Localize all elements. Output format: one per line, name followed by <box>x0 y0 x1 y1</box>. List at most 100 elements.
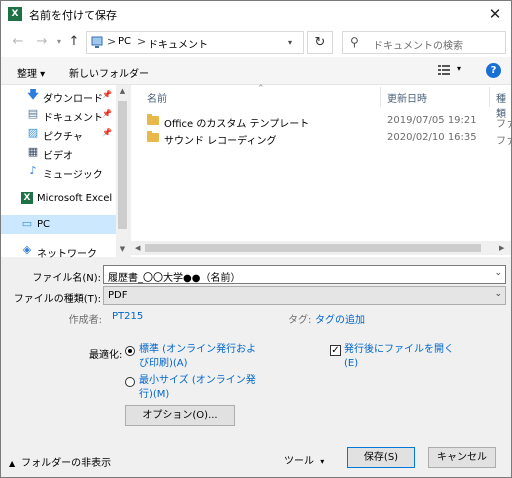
hide-folders-label: フォルダーの非表示 <box>21 458 112 469</box>
add-tag-link[interactable]: タグの追加 <box>315 311 365 326</box>
folder-icon <box>147 131 159 142</box>
chevron-up-icon: ▲ <box>9 459 16 468</box>
navigation-bar: ← → ▾ ↑ > PC > ドキュメント ▾ ↻ ⚲ ドキュメントの検索 <box>1 28 511 57</box>
sidebar-scrollbar[interactable]: ▲ ▼ <box>116 85 129 257</box>
file-row[interactable]: サウンド レコーディング 2020/02/10 16:35 ファ <box>131 129 512 147</box>
sidebar-item-music[interactable]: ♪ ミュージック <box>1 162 116 182</box>
breadcrumb-documents[interactable]: ドキュメント <box>148 36 208 51</box>
sidebar-item-pc[interactable]: ▭ PC <box>1 215 116 234</box>
scrollbar-thumb[interactable] <box>118 101 127 229</box>
sidebar-item-label: ピクチャ <box>43 132 83 143</box>
breadcrumb-separator: > <box>137 35 147 48</box>
scroll-up-icon[interactable]: ▲ <box>116 87 129 95</box>
optimize-standard-radio[interactable] <box>125 346 135 356</box>
file-list: ⌃ 名前 更新日時 種類 Office のカスタム テンプレート 2019/07… <box>131 84 512 257</box>
sort-ascending-icon: ⌃ <box>257 84 265 94</box>
breadcrumb-pc[interactable]: PC <box>118 36 131 47</box>
filetype-value: PDF <box>108 290 128 301</box>
optimize-minimum-label[interactable]: 最小サイズ (オンライン発 行)(M) <box>139 374 256 402</box>
back-arrow-icon[interactable]: ← <box>9 33 27 51</box>
pin-icon[interactable]: 📌 <box>102 109 112 118</box>
music-icon: ♪ <box>29 164 37 177</box>
author-value[interactable]: PT215 <box>112 311 143 322</box>
chevron-down-icon: ▾ <box>320 457 325 466</box>
chevron-down-icon: ⌄ <box>494 289 502 299</box>
open-after-publish-text: (E) <box>344 358 359 369</box>
up-arrow-icon[interactable]: ↑ <box>65 33 83 51</box>
address-dropdown-icon[interactable]: ▾ <box>277 31 304 54</box>
optimize-minimum-text: 最小サイズ (オンライン発 <box>139 375 256 386</box>
open-after-publish-label[interactable]: 発行後にファイルを開く (E) <box>344 343 454 371</box>
sidebar-item-microsoft-excel[interactable]: X Microsoft Excel <box>1 189 116 208</box>
file-date: 2019/07/05 19:21 <box>387 115 477 126</box>
pictures-icon: ▨ <box>27 126 39 139</box>
optimize-minimum-text: 行)(M) <box>139 389 170 400</box>
sidebar-item-network[interactable]: ◈ ネットワーク <box>1 241 116 261</box>
save-as-dialog: X 名前を付けて保存 ✕ ← → ▾ ↑ > PC > ドキュメント ▾ ↻ ⚲… <box>0 0 512 478</box>
excel-app-icon: X <box>8 7 22 21</box>
pin-icon[interactable]: 📌 <box>102 128 112 137</box>
file-name: サウンド レコーディング <box>164 136 277 147</box>
pc-location-icon <box>91 36 103 48</box>
refresh-icon[interactable]: ↻ <box>307 31 333 54</box>
file-row[interactable]: Office のカスタム テンプレート 2019/07/05 19:21 ファ <box>131 112 512 130</box>
scroll-left-icon[interactable]: ◀ <box>135 241 140 255</box>
folder-icon <box>147 114 159 125</box>
sidebar-item-label: PC <box>37 219 51 230</box>
forward-arrow-icon[interactable]: → <box>33 33 51 51</box>
title-bar: X 名前を付けて保存 ✕ <box>1 1 511 28</box>
sidebar-item-pictures[interactable]: ▨ ピクチャ 📌 <box>1 124 116 144</box>
open-after-publish-text: 発行後にファイルを開く <box>344 344 454 355</box>
help-icon[interactable]: ? <box>486 63 501 78</box>
column-header-name[interactable]: 名前 <box>147 90 167 105</box>
search-placeholder: ドキュメントの検索 <box>373 41 463 52</box>
options-button[interactable]: オプション(O)... <box>125 405 235 426</box>
file-type: ファ <box>496 136 512 147</box>
search-box[interactable]: ⚲ ドキュメントの検索 <box>342 31 506 54</box>
optimize-standard-text: び印刷)(A) <box>139 358 188 369</box>
scroll-down-icon[interactable]: ▼ <box>116 245 129 253</box>
optimize-standard-text: 標準 (オンライン発行およ <box>139 344 257 355</box>
sidebar-item-label: Microsoft Excel <box>37 193 113 204</box>
author-label: 作成者: <box>68 315 102 326</box>
hide-folders-toggle[interactable]: ▲ フォルダーの非表示 <box>9 454 111 469</box>
file-name: Office のカスタム テンプレート <box>164 119 310 130</box>
download-icon: 🡇 <box>27 88 39 101</box>
view-dropdown-icon[interactable]: ▾ <box>457 64 461 73</box>
optimize-minimum-radio[interactable] <box>125 377 135 387</box>
sidebar-item-videos[interactable]: ▦ ビデオ <box>1 143 116 163</box>
column-divider[interactable] <box>489 87 490 107</box>
sidebar-item-label: ドキュメント <box>43 113 103 124</box>
scroll-right-icon[interactable]: ▶ <box>499 241 504 255</box>
tools-menu[interactable]: ツール ▾ <box>284 452 324 467</box>
organize-button[interactable]: 整理 ▾ <box>17 65 45 80</box>
view-options-icon[interactable] <box>438 65 450 76</box>
pin-icon[interactable]: 📌 <box>102 90 112 99</box>
chevron-down-icon[interactable]: ⌄ <box>494 268 502 278</box>
close-icon[interactable]: ✕ <box>485 3 505 25</box>
filename-input[interactable]: 履歴書_〇〇大学●●（名前） ⌄ <box>103 265 506 284</box>
column-header-date[interactable]: 更新日時 <box>387 90 427 105</box>
pc-icon: ▭ <box>21 217 33 230</box>
new-folder-button[interactable]: 新しいフォルダー <box>69 65 149 80</box>
scrollbar-thumb[interactable] <box>145 244 481 252</box>
sidebar-item-label: ビデオ <box>43 151 73 162</box>
address-bar[interactable]: > PC > ドキュメント <box>86 31 304 54</box>
sidebar-item-documents[interactable]: ▤ ドキュメント 📌 <box>1 105 116 125</box>
cancel-button[interactable]: キャンセル <box>428 447 496 468</box>
filetype-select[interactable]: PDF ⌄ <box>103 286 506 305</box>
optimize-label: 最適化: <box>89 350 123 361</box>
file-type: ファ <box>496 119 512 130</box>
navigation-pane: 🡇 ダウンロード 📌 ▤ ドキュメント 📌 ▨ ピクチャ 📌 ▦ ビデオ ♪ ミ… <box>1 85 129 261</box>
horizontal-scrollbar[interactable]: ◀ ▶ <box>131 241 511 255</box>
sidebar-item-downloads[interactable]: 🡇 ダウンロード 📌 <box>1 86 116 106</box>
filename-value: 履歴書_〇〇大学●●（名前） <box>108 273 241 284</box>
optimize-standard-label[interactable]: 標準 (オンライン発行およ び印刷)(A) <box>139 343 256 371</box>
open-after-publish-checkbox[interactable]: ✓ <box>330 345 341 356</box>
excel-icon: X <box>21 192 33 204</box>
tag-label: タグ: <box>288 315 312 326</box>
save-button[interactable]: 保存(S) <box>347 447 415 468</box>
column-divider[interactable] <box>380 87 381 107</box>
network-icon: ◈ <box>22 243 32 256</box>
window-title: 名前を付けて保存 <box>29 9 117 22</box>
